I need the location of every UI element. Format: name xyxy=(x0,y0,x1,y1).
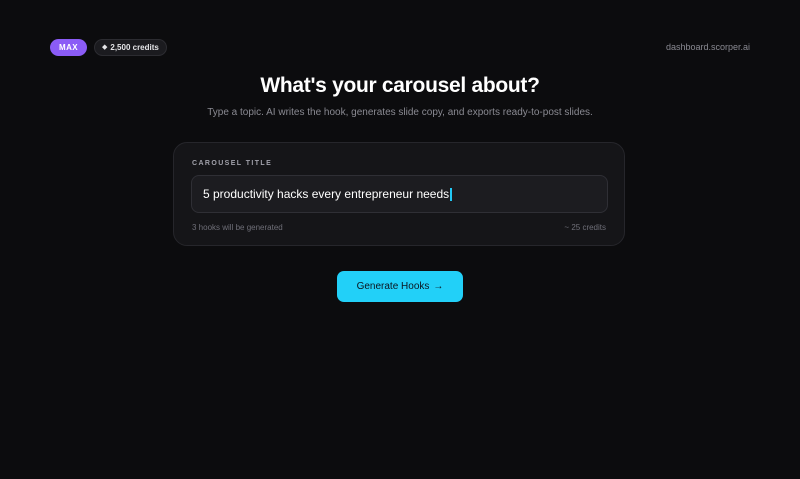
credits-pill[interactable]: ◆ 2,500 credits xyxy=(93,38,167,56)
carousel-title-input[interactable]: 5 productivity hacks every entrepreneur … xyxy=(191,175,608,213)
generate-hooks-button[interactable]: Generate Hooks → xyxy=(337,271,463,302)
hero: What's your carousel about? Type a topic… xyxy=(0,74,800,118)
hooks-count-note: 3 hooks will be generated xyxy=(192,223,283,232)
carousel-title-card: CAROUSEL TITLE 5 productivity hacks ever… xyxy=(173,142,625,246)
carousel-title-label: CAROUSEL TITLE xyxy=(192,160,273,167)
arrow-right-icon: → xyxy=(433,281,444,292)
generate-hooks-label: Generate Hooks xyxy=(356,281,430,292)
page: MAX ◆ 2,500 credits dashboard.scorper.ai… xyxy=(0,0,800,479)
card-footer: 3 hooks will be generated ~ 25 credits xyxy=(192,223,606,232)
credits-label: 2,500 credits xyxy=(110,42,159,52)
page-subtitle: Type a topic. AI writes the hook, genera… xyxy=(207,107,593,118)
credit-cost-note: ~ 25 credits xyxy=(564,223,606,232)
plan-badge[interactable]: MAX xyxy=(50,38,87,56)
account-badges: MAX ◆ 2,500 credits xyxy=(50,38,167,56)
carousel-title-value: 5 productivity hacks every entrepreneur … xyxy=(203,187,450,201)
diamond-icon: ◆ xyxy=(101,44,108,51)
top-bar: MAX ◆ 2,500 credits dashboard.scorper.ai xyxy=(50,38,750,56)
page-title: What's your carousel about? xyxy=(260,74,540,97)
text-caret xyxy=(450,187,453,201)
domain-label: dashboard.scorper.ai xyxy=(665,42,750,52)
